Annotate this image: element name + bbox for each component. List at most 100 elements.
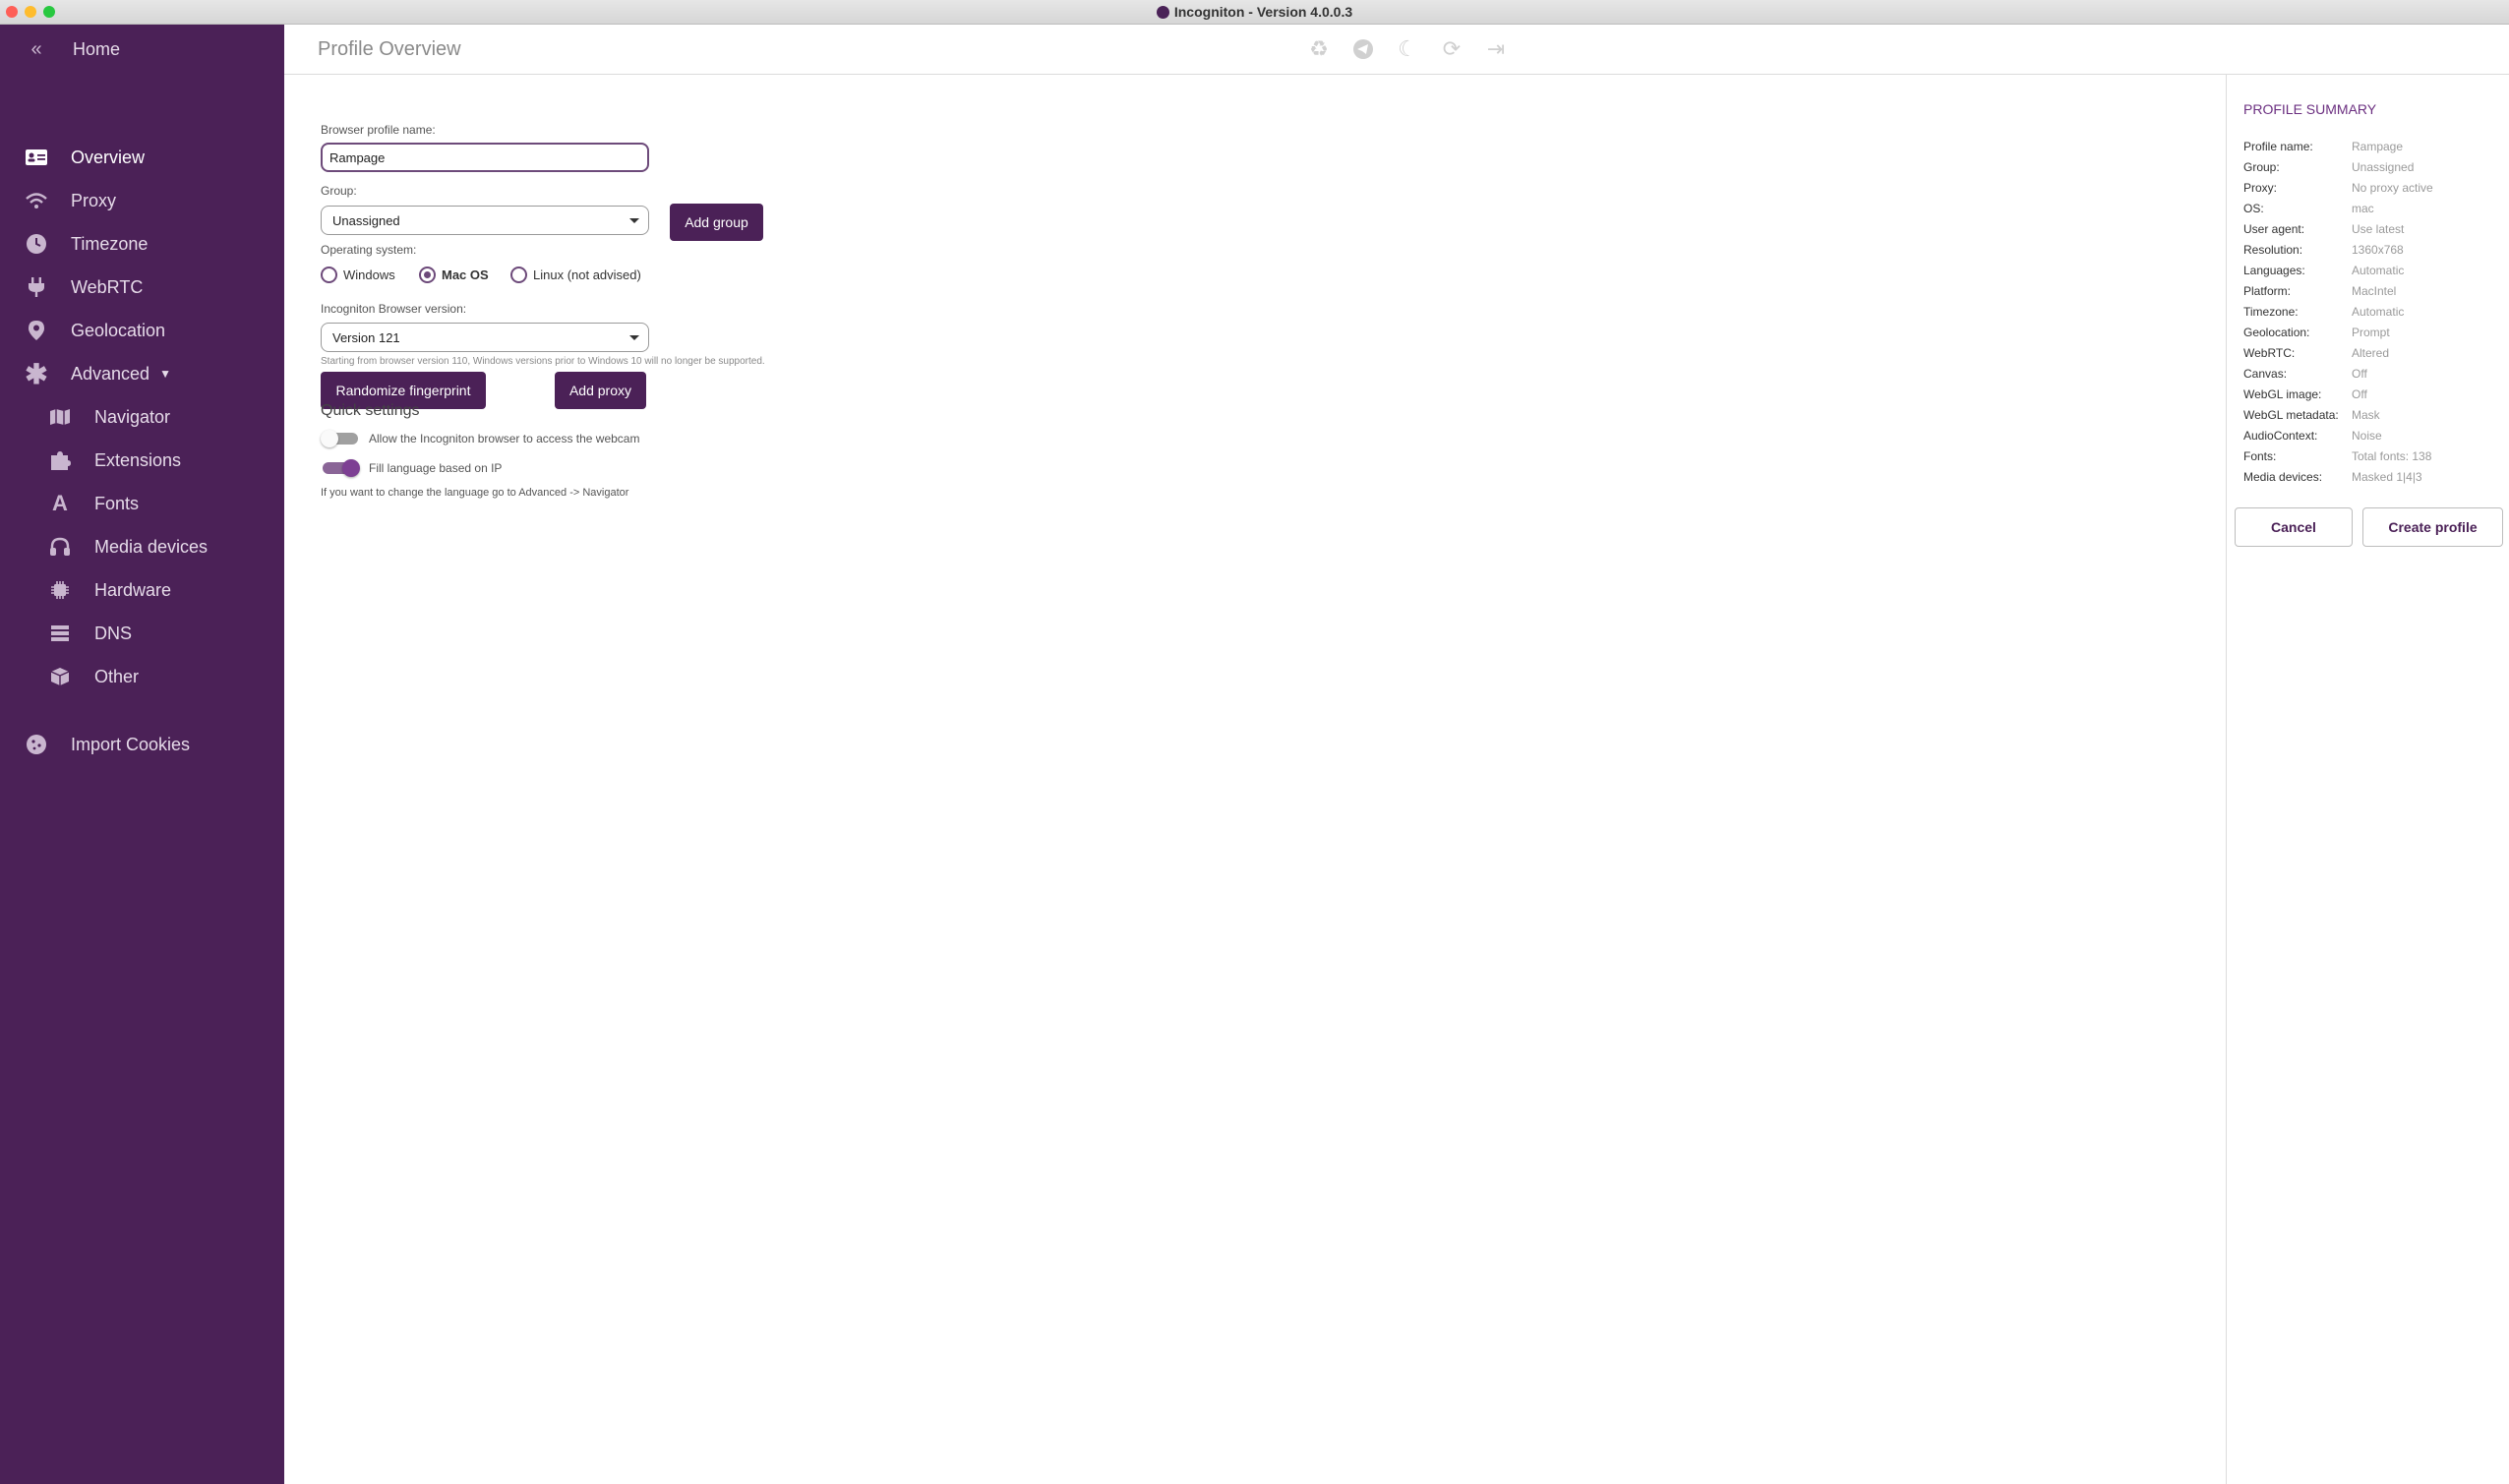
summary-row: Fonts: Total fonts: 138: [2243, 449, 2499, 469]
sidebar-item-label: Other: [94, 666, 140, 686]
recycle-icon[interactable]: ♻: [1306, 36, 1332, 62]
sidebar-item-hardware[interactable]: Hardware: [47, 577, 171, 603]
profile-form: Browser profile name: Group: Unassigned …: [284, 75, 2226, 1484]
language-helper-text: If you want to change the language go to…: [321, 487, 629, 499]
summary-value: Masked 1|4|3: [2352, 470, 2422, 484]
sidebar-item-label: Proxy: [71, 190, 117, 210]
summary-key: WebGL image:: [2243, 387, 2322, 401]
sidebar-item-extensions[interactable]: Extensions: [47, 447, 181, 473]
sidebar-item-home[interactable]: « Home: [24, 36, 120, 62]
summary-value: MacIntel: [2352, 284, 2397, 298]
sidebar-item-navigator[interactable]: Navigator: [47, 404, 170, 430]
sidebar-item-other[interactable]: Other: [47, 664, 139, 689]
window-title-wrap: Incogniton - Version 4.0.0.3: [0, 4, 2509, 20]
summary-row: WebGL image: Off: [2243, 387, 2499, 407]
language-toggle-label: Fill language based on IP: [369, 461, 503, 475]
summary-value: Unassigned: [2352, 160, 2415, 174]
sidebar-item-label: DNS: [94, 623, 133, 643]
summary-value: Total fonts: 138: [2352, 449, 2432, 463]
webcam-toggle[interactable]: [321, 430, 360, 447]
summary-row: Proxy: No proxy active: [2243, 181, 2499, 201]
font-icon: A: [52, 491, 68, 515]
logout-icon[interactable]: ⇥: [1483, 36, 1509, 62]
profile-name-label: Browser profile name:: [321, 123, 436, 137]
summary-key: AudioContext:: [2243, 429, 2318, 443]
sidebar-item-fonts[interactable]: A Fonts: [47, 491, 139, 516]
box-icon: [47, 664, 73, 689]
summary-value: Off: [2352, 367, 2367, 381]
summary-value: No proxy active: [2352, 181, 2433, 195]
browser-version-label: Incogniton Browser version:: [321, 302, 467, 316]
app-logo-icon: [1156, 6, 1169, 19]
summary-value: Rampage: [2352, 140, 2404, 153]
group-select-value: Unassigned: [332, 213, 400, 228]
main-area: Profile Overview ♻ ☾ ⟳ ⇥ Browser profile…: [284, 25, 2509, 1484]
sidebar-item-import-cookies[interactable]: Import Cookies: [24, 732, 190, 757]
summary-key: Proxy:: [2243, 181, 2278, 195]
summary-value: Noise: [2352, 429, 2382, 443]
radio-circle-selected: [419, 267, 436, 283]
summary-row: Geolocation: Prompt: [2243, 326, 2499, 345]
os-label: Operating system:: [321, 243, 417, 257]
chevron-down-icon: ▼: [159, 367, 171, 381]
create-profile-button[interactable]: Create profile: [2362, 507, 2503, 547]
summary-key: Resolution:: [2243, 243, 2303, 257]
sidebar-item-proxy[interactable]: Proxy: [24, 188, 116, 213]
os-radio-macos[interactable]: Mac OS: [419, 267, 489, 283]
sidebar-item-label: Extensions: [94, 449, 182, 470]
summary-row: Group: Unassigned: [2243, 160, 2499, 180]
os-radio-windows[interactable]: Windows: [321, 267, 395, 283]
webcam-toggle-label: Allow the Incogniton browser to access t…: [369, 432, 640, 445]
summary-value: Altered: [2352, 346, 2390, 360]
summary-key: Canvas:: [2243, 367, 2288, 381]
sidebar-item-webrtc[interactable]: WebRTC: [24, 274, 143, 300]
summary-key: Media devices:: [2243, 470, 2323, 484]
summary-key: Timezone:: [2243, 305, 2299, 319]
summary-key: WebGL metadata:: [2243, 408, 2339, 422]
chip-icon: [47, 577, 73, 603]
summary-value: Use latest: [2352, 222, 2405, 236]
browser-version-select[interactable]: Version 121: [321, 323, 649, 352]
language-toggle[interactable]: [321, 459, 360, 477]
refresh-icon[interactable]: ⟳: [1439, 36, 1464, 62]
summary-key: User agent:: [2243, 222, 2305, 236]
summary-value: Off: [2352, 387, 2367, 401]
sidebar-item-advanced[interactable]: ✱ Advanced ▼: [24, 359, 171, 389]
summary-key: Geolocation:: [2243, 326, 2310, 339]
summary-value: Prompt: [2352, 326, 2390, 339]
summary-row: Canvas: Off: [2243, 367, 2499, 386]
moon-icon[interactable]: ☾: [1395, 36, 1420, 62]
group-select[interactable]: Unassigned: [321, 206, 649, 235]
summary-key: WebRTC:: [2243, 346, 2296, 360]
add-proxy-button[interactable]: Add proxy: [555, 372, 646, 409]
sidebar-item-dns[interactable]: DNS: [47, 621, 132, 646]
summary-row: Languages: Automatic: [2243, 264, 2499, 283]
page-header: Profile Overview ♻ ☾ ⟳ ⇥: [284, 25, 2509, 75]
summary-row: WebRTC: Altered: [2243, 346, 2499, 366]
caret-down-icon: [629, 218, 639, 223]
summary-key: Profile name:: [2243, 140, 2313, 153]
page-title: Profile Overview: [318, 38, 461, 60]
profile-name-input[interactable]: [321, 143, 649, 172]
summary-value: Automatic: [2352, 264, 2405, 277]
telegram-icon[interactable]: [1350, 36, 1376, 62]
sidebar-item-geolocation[interactable]: Geolocation: [24, 318, 165, 343]
sidebar-item-timezone[interactable]: Timezone: [24, 231, 148, 257]
summary-row: Media devices: Masked 1|4|3: [2243, 470, 2499, 490]
cancel-button[interactable]: Cancel: [2235, 507, 2353, 547]
browser-version-value: Version 121: [332, 330, 400, 345]
os-radio-label: Linux (not advised): [533, 267, 641, 282]
sidebar-item-label: Advanced: [71, 363, 150, 384]
window-titlebar: Incogniton - Version 4.0.0.3: [0, 0, 2509, 25]
add-group-button[interactable]: Add group: [670, 204, 763, 241]
sidebar-item-media-devices[interactable]: Media devices: [47, 534, 208, 560]
sidebar-item-overview[interactable]: Overview: [24, 145, 145, 170]
version-helper-text: Starting from browser version 110, Windo…: [321, 356, 765, 367]
os-radio-linux[interactable]: Linux (not advised): [510, 267, 641, 283]
sidebar-item-label: Timezone: [71, 233, 149, 254]
radio-circle: [321, 267, 337, 283]
summary-value: 1360x768: [2352, 243, 2404, 257]
summary-row: Timezone: Automatic: [2243, 305, 2499, 325]
plug-icon: [24, 274, 49, 300]
sidebar-item-label: WebRTC: [71, 276, 144, 297]
